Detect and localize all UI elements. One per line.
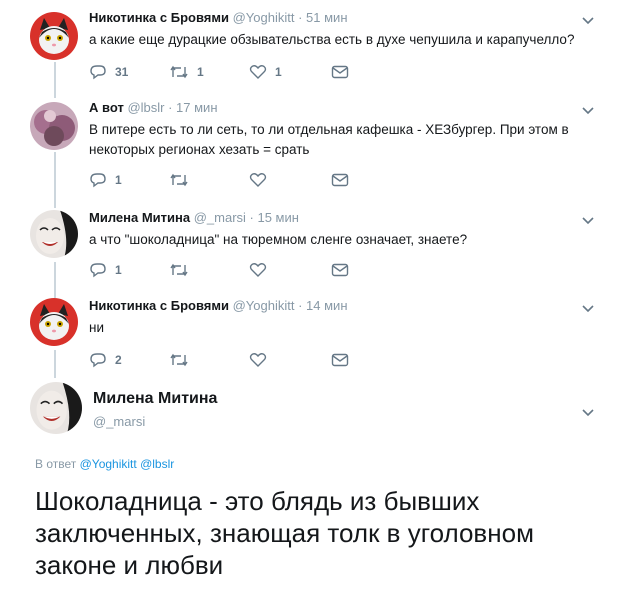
- main-author-name[interactable]: Милена Митина: [93, 390, 217, 408]
- envelope-icon: [331, 65, 349, 79]
- retweet-button[interactable]: 1: [169, 62, 204, 82]
- retweet-count: 1: [197, 65, 204, 79]
- reply-icon: [90, 173, 106, 188]
- envelope-icon: [331, 353, 349, 367]
- author-name[interactable]: Никотинка с Бровями: [89, 10, 229, 25]
- main-author-handle[interactable]: @_marsi: [93, 414, 145, 429]
- retweet-button[interactable]: [169, 170, 197, 190]
- heart-icon: [249, 173, 267, 187]
- tweet[interactable]: Никотинка с Бровями @Yoghikitt · 51 мин …: [0, 0, 627, 90]
- retweet-icon: [170, 353, 188, 367]
- timestamp[interactable]: · 17 мин: [168, 100, 217, 115]
- reply-to-line: В ответ @Yoghikitt @lbslr: [35, 457, 174, 471]
- tweet-text: ни: [89, 320, 104, 335]
- reply-to-link[interactable]: @Yoghikitt: [80, 457, 137, 471]
- main-tweet-text: Шоколадница - это блядь из бывших заключ…: [35, 486, 534, 580]
- abstract-avatar[interactable]: [30, 102, 78, 150]
- retweet-button[interactable]: [169, 260, 197, 280]
- tweet-text: а что "шоколадница" на тюремном сленге о…: [89, 232, 468, 247]
- reply-button[interactable]: 1: [89, 260, 122, 280]
- envelope-icon: [331, 263, 349, 277]
- author-name[interactable]: А вот: [89, 100, 124, 115]
- reply-button[interactable]: 1: [89, 170, 122, 190]
- author-handle[interactable]: @Yoghikitt: [233, 10, 295, 25]
- retweet-button[interactable]: [169, 350, 197, 370]
- tweet[interactable]: Милена Митина @_marsi · 15 мин а что "шо…: [0, 200, 627, 290]
- cat-avatar[interactable]: [30, 298, 78, 346]
- reply-icon: [90, 263, 106, 278]
- retweet-icon: [170, 65, 188, 79]
- heart-icon: [249, 65, 267, 79]
- face-avatar[interactable]: [30, 382, 82, 434]
- message-button[interactable]: [331, 260, 349, 280]
- reply-count: 1: [115, 173, 122, 187]
- author-name[interactable]: Милена Митина: [89, 210, 190, 225]
- chevron-down-icon[interactable]: [581, 105, 595, 115]
- author-handle[interactable]: @lbslr: [127, 100, 164, 115]
- heart-icon: [249, 263, 267, 277]
- message-button[interactable]: [331, 350, 349, 370]
- chevron-down-icon[interactable]: [581, 407, 595, 417]
- author-handle[interactable]: @Yoghikitt: [233, 298, 295, 313]
- reply-count: 31: [115, 65, 129, 79]
- reply-count: 2: [115, 353, 122, 367]
- reply-to-prefix: В ответ: [35, 457, 77, 471]
- message-button[interactable]: [331, 170, 349, 190]
- reply-icon: [90, 353, 106, 368]
- author-name[interactable]: Никотинка с Бровями: [89, 298, 229, 313]
- like-button[interactable]: 1: [249, 62, 282, 82]
- timestamp[interactable]: · 15 мин: [250, 210, 299, 225]
- chevron-down-icon[interactable]: [581, 15, 595, 25]
- tweet[interactable]: А вот @lbslr · 17 мин В питере есть то л…: [0, 90, 627, 200]
- timestamp[interactable]: · 14 мин: [298, 298, 347, 313]
- reply-to-link[interactable]: @lbslr: [140, 457, 174, 471]
- chevron-down-icon[interactable]: [581, 303, 595, 313]
- reply-icon: [90, 65, 106, 80]
- like-count: 1: [275, 65, 282, 79]
- message-button[interactable]: [331, 62, 349, 82]
- retweet-icon: [170, 173, 188, 187]
- envelope-icon: [331, 173, 349, 187]
- chevron-down-icon[interactable]: [581, 215, 595, 225]
- tweet-text: В питере есть то ли сеть, то ли отдельна…: [89, 122, 569, 157]
- reply-button[interactable]: 31: [89, 62, 128, 82]
- author-handle[interactable]: @_marsi: [194, 210, 246, 225]
- timestamp[interactable]: · 51 мин: [298, 10, 347, 25]
- like-button[interactable]: [249, 260, 275, 280]
- reply-count: 1: [115, 263, 122, 277]
- like-button[interactable]: [249, 350, 275, 370]
- tweet[interactable]: Никотинка с Бровями @Yoghikitt · 14 мин …: [0, 290, 627, 370]
- face-avatar[interactable]: [30, 210, 78, 258]
- reply-button[interactable]: 2: [89, 350, 122, 370]
- cat-avatar[interactable]: [30, 12, 78, 60]
- heart-icon: [249, 353, 267, 367]
- tweet-text: а какие еще дурацкие обзывательства есть…: [89, 32, 575, 47]
- like-button[interactable]: [249, 170, 275, 190]
- retweet-icon: [170, 263, 188, 277]
